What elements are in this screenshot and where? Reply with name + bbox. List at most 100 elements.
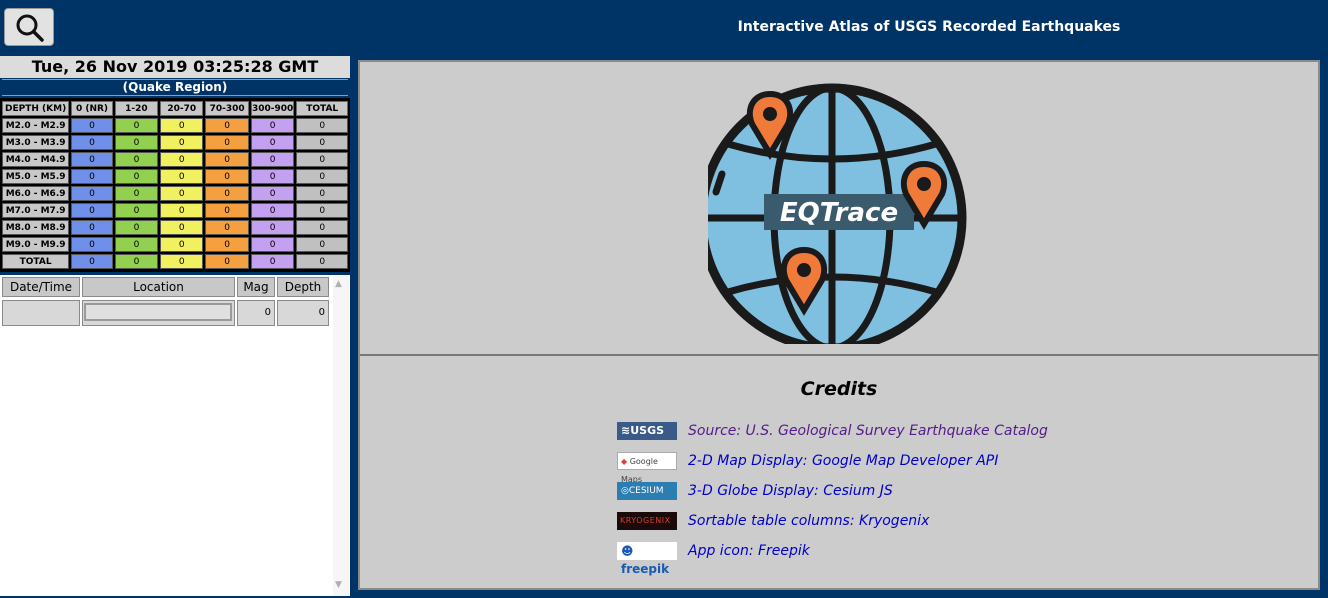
quake-count-cell[interactable]: 0 [296,220,348,235]
quake-count-cell[interactable]: 0 [71,152,113,167]
magnitude-row-label: M9.0 - M9.9 [2,237,70,252]
magnitude-row: M9.0 - M9.9 0 0 0 0 0 0 [2,237,348,252]
quake-count-cell[interactable]: 0 [296,186,348,201]
quake-count-cell[interactable]: 0 [250,186,295,201]
quake-count-cell[interactable]: 0 [296,135,348,150]
quake-count-cell[interactable]: 0 [250,203,295,218]
cesium-logo-icon: ◎CESIUM [617,482,677,500]
quake-count-cell[interactable]: 0 [160,254,204,269]
list-scrollbar[interactable] [333,275,349,596]
quake-count-cell[interactable]: 0 [71,254,113,269]
quake-count-cell[interactable]: 0 [114,220,159,235]
quake-count-cell[interactable]: 0 [205,254,249,269]
quake-count-cell[interactable]: 0 [296,169,348,184]
quake-list: Date/Time Location Mag Depth 0 0 ▲ ▼ [0,275,350,596]
quake-count-cell[interactable]: 0 [296,254,348,269]
column-header-1-20[interactable]: 1-20 [114,101,159,116]
quake-count-cell[interactable]: 0 [205,220,249,235]
scroll-up-arrow-icon[interactable]: ▲ [335,279,342,289]
quake-count-cell[interactable]: 0 [71,237,113,252]
panel-divider [360,354,1318,356]
list-header-location[interactable]: Location [82,277,235,297]
list-cell-datetime[interactable] [2,300,80,326]
quake-count-cell[interactable]: 0 [71,203,113,218]
quake-count-cell[interactable]: 0 [205,203,249,218]
logo-text: EQTrace [780,198,898,228]
column-header-0nr[interactable]: 0 (NR) [71,101,113,116]
app-header: Interactive Atlas of USGS Recorded Earth… [0,0,1328,56]
quake-count-cell[interactable]: 0 [205,169,249,184]
quake-count-cell[interactable]: 0 [114,254,159,269]
magnitude-row-label: TOTAL [2,254,70,269]
quake-region-label: (Quake Region) [2,79,348,96]
quake-count-cell[interactable]: 0 [205,118,249,133]
credit-link-google-maps[interactable]: 2-D Map Display: Google Map Developer AP… [688,452,998,470]
magnitude-row-label: M6.0 - M6.9 [2,186,70,201]
column-header-depth[interactable]: DEPTH (KM) [2,101,70,116]
credits-title: Credits [800,378,878,400]
scroll-down-arrow-icon[interactable]: ▼ [335,580,342,590]
quake-count-cell[interactable]: 0 [71,135,113,150]
quake-count-cell[interactable]: 0 [205,186,249,201]
magnitude-row: M6.0 - M6.9 0 0 0 0 0 0 [2,186,348,201]
quake-count-cell[interactable]: 0 [114,203,159,218]
credit-link-cesium[interactable]: 3-D Globe Display: Cesium JS [688,482,893,500]
magnitude-row: M8.0 - M8.9 0 0 0 0 0 0 [2,220,348,235]
quake-count-cell[interactable]: 0 [205,237,249,252]
quake-count-cell[interactable]: 0 [114,152,159,167]
quake-count-cell[interactable]: 0 [71,169,113,184]
quake-count-cell[interactable]: 0 [296,152,348,167]
quake-count-cell[interactable]: 0 [114,135,159,150]
quake-count-cell[interactable]: 0 [250,135,295,150]
quake-count-cell[interactable]: 0 [71,118,113,133]
eqtrace-logo: EQTrace [708,83,967,344]
credit-link-freepik[interactable]: App icon: Freepik [688,542,810,560]
quake-count-cell[interactable]: 0 [114,169,159,184]
list-header-datetime[interactable]: Date/Time [2,277,80,297]
list-cell-mag[interactable]: 0 [237,300,275,326]
quake-count-cell[interactable]: 0 [160,152,204,167]
quake-count-cell[interactable]: 0 [114,118,159,133]
quake-count-cell[interactable]: 0 [250,152,295,167]
quake-count-cell[interactable]: 0 [160,220,204,235]
list-header-depth[interactable]: Depth [277,277,329,297]
quake-count-cell[interactable]: 0 [205,152,249,167]
quake-count-cell[interactable]: 0 [296,203,348,218]
quake-count-cell[interactable]: 0 [160,135,204,150]
search-button[interactable] [4,8,54,46]
magnitude-row: M3.0 - M3.9 0 0 0 0 0 0 [2,135,348,150]
quake-count-cell[interactable]: 0 [160,186,204,201]
magnitude-row-label: M4.0 - M4.9 [2,152,70,167]
column-header-total[interactable]: TOTAL [296,101,348,116]
column-header-70-300[interactable]: 70-300 [205,101,249,116]
magnitude-row-label: M5.0 - M5.9 [2,169,70,184]
credit-link-usgs[interactable]: Source: U.S. Geological Survey Earthquak… [688,422,1048,440]
quake-count-cell[interactable]: 0 [160,237,204,252]
quake-count-cell[interactable]: 0 [114,186,159,201]
column-header-300-900[interactable]: 300-900 [250,101,295,116]
quake-count-cell[interactable]: 0 [160,118,204,133]
quake-count-cell[interactable]: 0 [250,254,295,269]
quake-count-cell[interactable]: 0 [71,186,113,201]
magnitude-row: M4.0 - M4.9 0 0 0 0 0 0 [2,152,348,167]
quake-count-cell[interactable]: 0 [296,118,348,133]
list-cell-depth[interactable]: 0 [277,300,329,326]
quake-count-cell[interactable]: 0 [114,237,159,252]
column-header-20-70[interactable]: 20-70 [160,101,204,116]
quake-count-cell[interactable]: 0 [250,237,295,252]
quake-count-cell[interactable]: 0 [250,220,295,235]
quake-count-cell[interactable]: 0 [160,169,204,184]
magnitude-row-label: M8.0 - M8.9 [2,220,70,235]
quake-count-cell[interactable]: 0 [250,118,295,133]
credit-link-kryogenix[interactable]: Sortable table columns: Kryogenix [688,512,929,530]
list-header-mag[interactable]: Mag [237,277,275,297]
quake-count-cell[interactable]: 0 [160,203,204,218]
location-bar [84,303,232,321]
quake-count-cell[interactable]: 0 [250,169,295,184]
splash-panel: EQTrace Credits ≋USGS Source: U.S. Geolo… [358,60,1320,590]
magnitude-row: M5.0 - M5.9 0 0 0 0 0 0 [2,169,348,184]
quake-count-cell[interactable]: 0 [205,135,249,150]
quake-count-cell[interactable]: 0 [296,237,348,252]
quake-count-cell[interactable]: 0 [71,220,113,235]
freepik-logo-icon: ☻ freepik [617,542,677,576]
